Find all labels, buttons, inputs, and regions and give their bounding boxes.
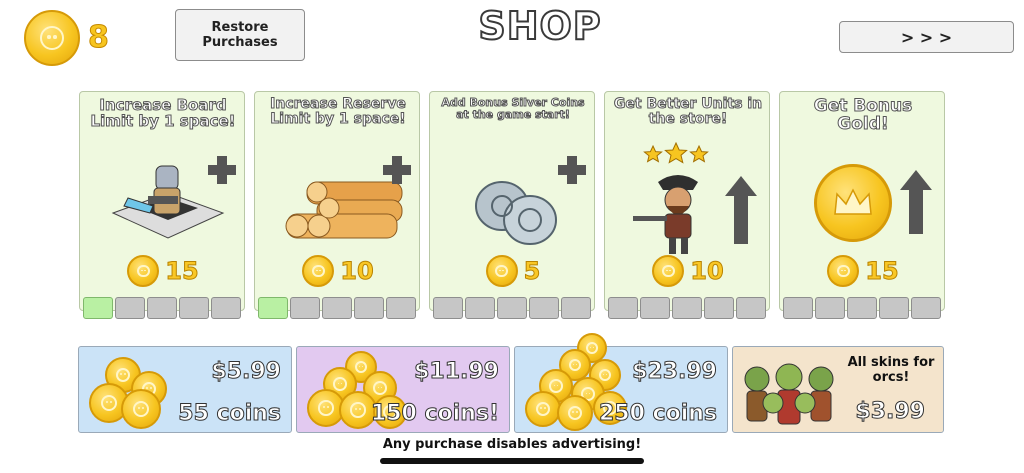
gold-coin-icon xyxy=(127,255,160,287)
gold-coin-icon xyxy=(827,255,860,287)
coin-balance: 8 xyxy=(88,20,110,56)
next-page-label: > > > xyxy=(900,27,953,47)
upgrade-title: Get Bonus Gold! xyxy=(813,96,913,135)
upgrade-price: 5 xyxy=(430,255,596,287)
upgrade-price-value: 10 xyxy=(340,257,374,286)
silver-coins-icon xyxy=(475,181,557,245)
gold-coin-icon xyxy=(485,255,518,287)
advertising-note: Any purchase disables advertising! xyxy=(382,437,642,452)
level-segment xyxy=(258,297,288,319)
level-segment xyxy=(911,297,941,319)
level-segment xyxy=(529,297,559,319)
coin-pile-icon xyxy=(87,353,187,431)
level-segment xyxy=(497,297,527,319)
upgrade-price: 15 xyxy=(80,255,246,287)
gold-coin-icon xyxy=(24,10,80,66)
upgrade-level-bar xyxy=(783,297,941,319)
wood-logs-icon xyxy=(285,181,403,239)
upgrade-title: Get Better Units in the store! xyxy=(613,96,763,128)
gold-coin-icon xyxy=(652,255,685,287)
upgrade-level-bar xyxy=(258,297,416,319)
orc-skins-bundle[interactable]: All skins for orcs! $3.99 xyxy=(732,346,944,433)
plus-icon xyxy=(558,156,586,184)
bundle-price: $23.99 xyxy=(632,359,718,385)
bundle-coins: 55 coins xyxy=(178,401,282,427)
level-segment xyxy=(608,297,638,319)
bundle-coins: 150 coins! xyxy=(370,401,499,427)
up-arrow-icon xyxy=(725,176,757,246)
level-segment xyxy=(704,297,734,319)
level-segment xyxy=(561,297,591,319)
upgrade-price-value: 15 xyxy=(165,257,199,286)
upgrade-card-better-units[interactable]: Get Better Units in the store! 10 xyxy=(604,91,771,319)
up-arrow-icon xyxy=(900,170,932,240)
upgrade-title: Increase Reserve Limit by 1 space! xyxy=(270,96,407,128)
level-segment xyxy=(672,297,702,319)
level-segment xyxy=(465,297,495,319)
upgrade-price: 10 xyxy=(605,255,771,287)
restore-purchases-label: Restore Purchases xyxy=(202,20,278,50)
level-segment xyxy=(736,297,766,319)
level-segment xyxy=(783,297,813,319)
upgrade-card-reserve-limit[interactable]: Increase Reserve Limit by 1 space! 10 xyxy=(254,91,421,319)
level-segment xyxy=(433,297,463,319)
upgrade-price-value: 15 xyxy=(865,257,899,286)
bundle-price: $11.99 xyxy=(414,359,500,385)
upgrade-price: 10 xyxy=(255,255,421,287)
upgrade-price: 15 xyxy=(780,255,946,287)
level-segment xyxy=(179,297,209,319)
page-title: SHOP xyxy=(477,3,602,49)
upgrade-level-bar xyxy=(83,297,241,319)
gold-coin-icon xyxy=(302,255,335,287)
bundle-price: $5.99 xyxy=(211,359,282,385)
upgrade-level-bar xyxy=(608,297,766,319)
upgrade-card-board-limit[interactable]: Increase Board Limit by 1 space! 15 xyxy=(79,91,246,319)
level-segment xyxy=(386,297,416,319)
level-segment xyxy=(290,297,320,319)
level-segment xyxy=(354,297,384,319)
next-page-button[interactable]: > > > xyxy=(839,21,1014,53)
upgrade-price-value: 5 xyxy=(523,257,541,286)
level-segment xyxy=(83,297,113,319)
bundle-price: $3.99 xyxy=(855,399,926,425)
level-segment xyxy=(211,297,241,319)
level-segment xyxy=(115,297,145,319)
level-segment xyxy=(847,297,877,319)
level-segment xyxy=(322,297,352,319)
pirate-unit-icon xyxy=(633,175,698,254)
upgrade-level-bar xyxy=(433,297,591,319)
level-segment xyxy=(147,297,177,319)
coin-bundle-150[interactable]: $11.99 150 coins! xyxy=(296,346,510,433)
upgrade-title: Add Bonus Silver Coins at the game start… xyxy=(441,96,585,121)
bundle-title: All skins for orcs! xyxy=(847,355,935,385)
restore-purchases-button[interactable]: Restore Purchases xyxy=(175,9,305,61)
upgrade-card-silver-coins[interactable]: Add Bonus Silver Coins at the game start… xyxy=(429,91,596,319)
bundle-coins: 250 coins xyxy=(598,401,717,427)
home-indicator[interactable] xyxy=(380,458,644,464)
upgrade-card-bonus-gold[interactable]: Get Bonus Gold! 15 xyxy=(779,91,946,319)
gold-crown-coin-icon xyxy=(814,164,892,242)
coin-bundle-55[interactable]: $5.99 55 coins xyxy=(78,346,292,433)
coin-bundle-250[interactable]: $23.99 250 coins xyxy=(514,333,728,433)
orc-group-icon xyxy=(744,363,834,425)
plus-icon xyxy=(383,156,411,184)
level-segment xyxy=(815,297,845,319)
level-segment xyxy=(879,297,909,319)
level-segment xyxy=(640,297,670,319)
upgrade-price-value: 10 xyxy=(690,257,724,286)
upgrade-title: Increase Board Limit by 1 space! xyxy=(90,96,236,131)
plus-icon xyxy=(208,156,236,184)
star-rating-icon xyxy=(643,142,709,164)
